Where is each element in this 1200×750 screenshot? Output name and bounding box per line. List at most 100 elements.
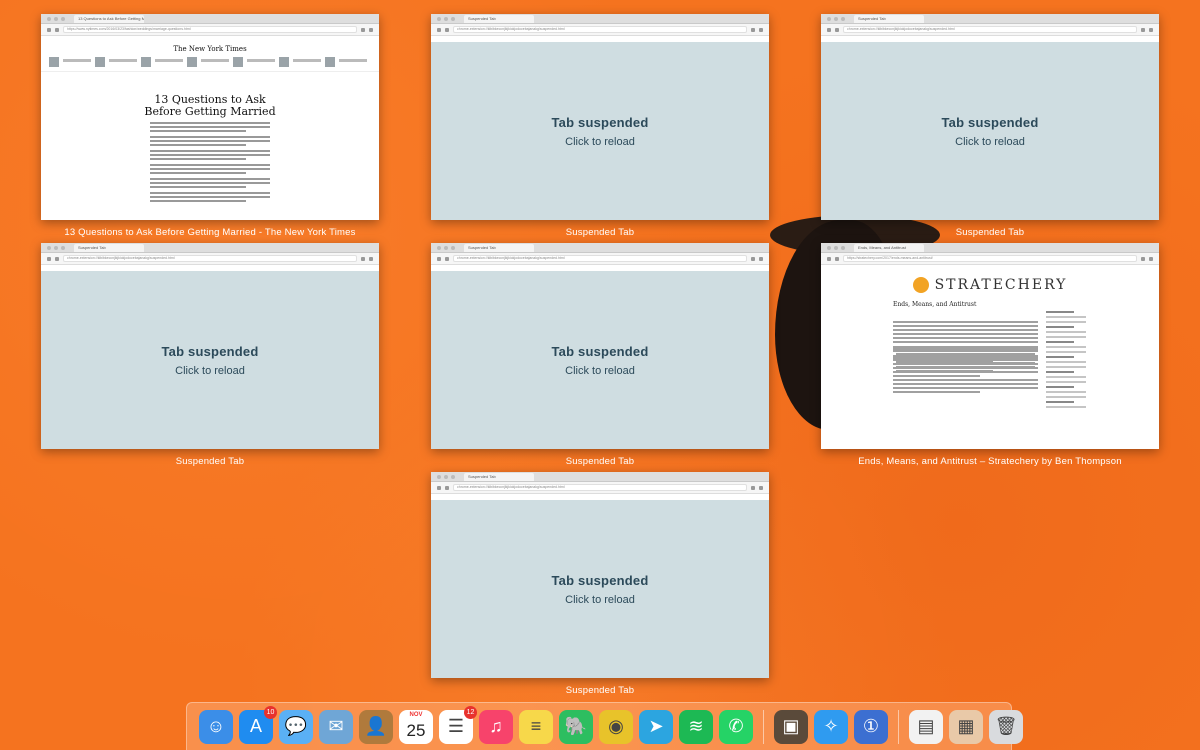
menu-icon[interactable] — [759, 485, 763, 490]
telegram-icon[interactable]: ➤ — [639, 709, 673, 744]
window-thumbnail[interactable]: Suspended Tab chrome-extension://klbibke… — [41, 243, 379, 449]
close-dot-icon[interactable] — [827, 16, 831, 21]
forward-icon[interactable] — [445, 27, 449, 32]
zoom-dot-icon[interactable] — [451, 245, 455, 250]
address-bar[interactable]: chrome-extension://klbibkeccnjlkjkiokjod… — [843, 26, 1137, 33]
evernote-icon[interactable]: 🐘 — [559, 709, 593, 744]
calendar-icon[interactable]: NOV 25 — [399, 709, 433, 744]
music-icon[interactable]: ♫ — [479, 709, 513, 744]
zoom-dot-icon[interactable] — [61, 16, 65, 21]
safari-icon[interactable]: ✧ — [814, 709, 848, 744]
suspended-page[interactable]: Tab suspended Click to reload — [431, 42, 769, 220]
address-bar[interactable]: https://stratechery.com/2017/ends-means-… — [843, 255, 1137, 262]
zoom-dot-icon[interactable] — [451, 16, 455, 21]
suspended-page[interactable]: Tab suspended Click to reload — [431, 500, 769, 678]
reload-link[interactable]: Click to reload — [565, 365, 635, 377]
close-dot-icon[interactable] — [827, 245, 831, 250]
forward-icon[interactable] — [445, 256, 449, 261]
reload-link[interactable]: Click to reload — [565, 136, 635, 148]
minimize-dot-icon[interactable] — [834, 245, 838, 250]
menu-icon[interactable] — [369, 27, 373, 32]
menu-icon[interactable] — [1149, 27, 1153, 32]
contacts-icon[interactable]: 👤 — [359, 709, 393, 744]
chrome-icon[interactable]: ◉ — [599, 709, 633, 744]
app-store-icon[interactable]: A 10 — [239, 705, 277, 744]
minimize-dot-icon[interactable] — [834, 16, 838, 21]
menu-icon[interactable] — [1149, 256, 1153, 261]
address-bar[interactable]: chrome-extension://klbibkeccnjlkjkiokjod… — [453, 484, 747, 491]
extension-icon[interactable] — [751, 485, 755, 490]
notes-icon[interactable]: ≡ — [519, 709, 553, 744]
browser-tab[interactable]: Suspended Tab — [464, 243, 534, 252]
window-thumbnail[interactable]: Suspended Tab chrome-extension://klbibke… — [431, 472, 769, 678]
messages-icon[interactable]: 💬 — [279, 709, 313, 744]
forward-icon[interactable] — [55, 256, 59, 261]
back-icon[interactable] — [47, 27, 51, 32]
reload-link[interactable]: Click to reload — [565, 594, 635, 606]
document-icon[interactable]: ▤ — [909, 709, 943, 744]
browser-tab[interactable]: Suspended Tab — [464, 472, 534, 481]
forward-icon[interactable] — [445, 485, 449, 490]
browser-tab[interactable]: Suspended Tab — [854, 14, 924, 23]
address-bar[interactable]: chrome-extension://klbibkeccnjlkjkiokjod… — [453, 255, 747, 262]
address-bar[interactable]: chrome-extension://klbibkeccnjlkjkiokjod… — [63, 255, 357, 262]
address-bar[interactable]: chrome-extension://klbibkeccnjlkjkiokjod… — [453, 26, 747, 33]
whatsapp-icon[interactable]: ✆ — [719, 709, 753, 744]
reload-link[interactable]: Click to reload — [955, 136, 1025, 148]
mail-icon[interactable]: ✉ — [319, 709, 353, 744]
minimize-dot-icon[interactable] — [444, 16, 448, 21]
extension-icon[interactable] — [751, 256, 755, 261]
back-icon[interactable] — [437, 485, 441, 490]
close-dot-icon[interactable] — [47, 16, 51, 21]
back-icon[interactable] — [827, 256, 831, 261]
menu-icon[interactable] — [759, 27, 763, 32]
window-thumbnail[interactable]: Suspended Tab chrome-extension://klbibke… — [431, 14, 769, 220]
suspended-page[interactable]: Tab suspended Click to reload — [431, 271, 769, 449]
extension-icon[interactable] — [361, 27, 365, 32]
downloads-stack-icon[interactable]: ▦ — [949, 709, 983, 744]
browser-tab[interactable]: Suspended Tab — [464, 14, 534, 23]
browser-tab[interactable]: Suspended Tab — [74, 243, 144, 252]
window-thumbnail[interactable]: 13 Questions to Ask Before Getting Marri… — [41, 14, 379, 220]
spotify-icon[interactable]: ≋ — [679, 709, 713, 744]
window-thumbnail[interactable]: Suspended Tab chrome-extension://klbibke… — [821, 14, 1159, 220]
extension-icon[interactable] — [1141, 27, 1145, 32]
menu-icon[interactable] — [369, 256, 373, 261]
browser-tab[interactable]: Ends, Means, and Antitrust — [854, 243, 924, 252]
close-dot-icon[interactable] — [437, 474, 441, 479]
extension-icon[interactable] — [751, 27, 755, 32]
minimize-dot-icon[interactable] — [444, 474, 448, 479]
1password-icon[interactable]: ① — [854, 709, 888, 744]
menu-icon[interactable] — [759, 256, 763, 261]
reminders-icon[interactable]: ☰ 12 — [439, 705, 477, 744]
browser-tab[interactable]: 13 Questions to Ask Before Getting Marri… — [74, 14, 144, 23]
finder-icon[interactable]: ☺ — [199, 709, 233, 744]
suspended-page[interactable]: Tab suspended Click to reload — [821, 42, 1159, 220]
reload-link[interactable]: Click to reload — [175, 365, 245, 377]
back-icon[interactable] — [437, 27, 441, 32]
forward-icon[interactable] — [835, 27, 839, 32]
address-bar[interactable]: https://www.nytimes.com/2016/03/23/fashi… — [63, 26, 357, 33]
window-thumbnail[interactable]: Ends, Means, and Antitrust https://strat… — [821, 243, 1159, 449]
zoom-dot-icon[interactable] — [841, 245, 845, 250]
forward-icon[interactable] — [55, 27, 59, 32]
zoom-dot-icon[interactable] — [451, 474, 455, 479]
zoom-dot-icon[interactable] — [841, 16, 845, 21]
window-thumbnail[interactable]: Suspended Tab chrome-extension://klbibke… — [431, 243, 769, 449]
back-icon[interactable] — [827, 27, 831, 32]
close-dot-icon[interactable] — [47, 245, 51, 250]
zoom-dot-icon[interactable] — [61, 245, 65, 250]
suspended-page[interactable]: Tab suspended Click to reload — [41, 271, 379, 449]
robot-app-icon[interactable]: ▣ — [774, 709, 808, 744]
close-dot-icon[interactable] — [437, 245, 441, 250]
trash-icon[interactable]: 🗑 — [989, 709, 1023, 744]
extension-icon[interactable] — [1141, 256, 1145, 261]
minimize-dot-icon[interactable] — [54, 16, 58, 21]
minimize-dot-icon[interactable] — [54, 245, 58, 250]
extension-icon[interactable] — [361, 256, 365, 261]
minimize-dot-icon[interactable] — [444, 245, 448, 250]
forward-icon[interactable] — [835, 256, 839, 261]
close-dot-icon[interactable] — [437, 16, 441, 21]
back-icon[interactable] — [437, 256, 441, 261]
back-icon[interactable] — [47, 256, 51, 261]
